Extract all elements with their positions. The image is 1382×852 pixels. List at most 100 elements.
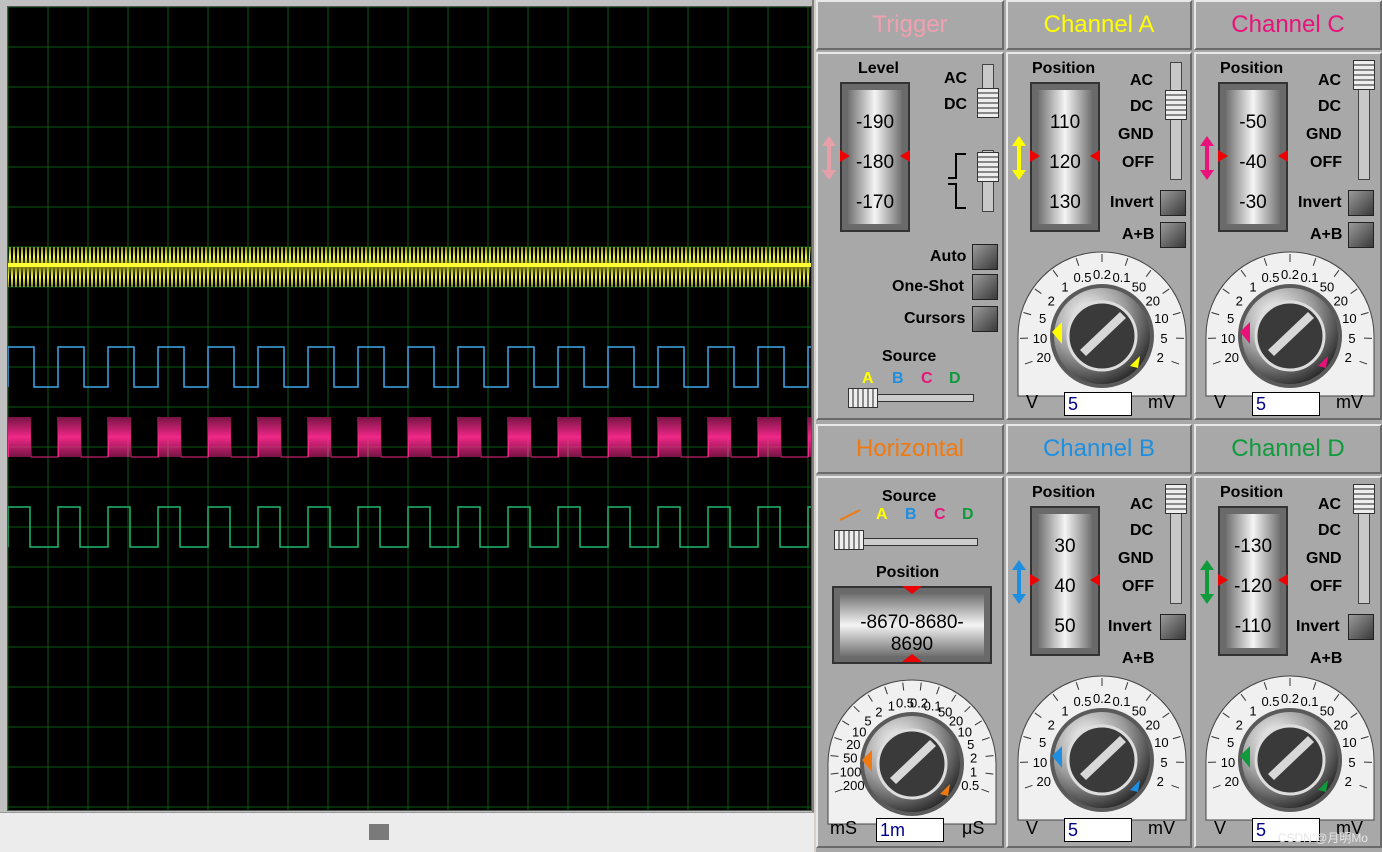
trigger-source-b: B <box>892 370 904 387</box>
dial-label: 0.2 <box>1093 267 1111 282</box>
horizontal-source-thumb[interactable] <box>834 530 864 550</box>
channel-c-invert-button[interactable] <box>1348 190 1374 216</box>
channel-b-section: Position 30 40 50 AC DC GND OFF Invert A… <box>1006 476 1192 848</box>
channel-c-coupling-thumb[interactable] <box>1353 60 1375 90</box>
dial-label: 1 <box>1061 703 1068 718</box>
scrollbar-thumb[interactable] <box>369 824 389 840</box>
channel-a-coupling-thumb[interactable] <box>1165 90 1187 120</box>
channel-d-volts-dial[interactable]: 20 10 5 2 1 0.5 0.2 0.1 50 20 10 5 2 <box>1200 668 1380 843</box>
horizontal-scrollbar[interactable] <box>0 812 814 852</box>
dial-label: 50 <box>1132 703 1146 718</box>
channel-a-position-arrow-icon <box>1012 136 1026 180</box>
channel-d-invert-button[interactable] <box>1348 614 1374 640</box>
dial-label: 20 <box>1037 350 1051 365</box>
channel-b-off-label: OFF <box>1122 578 1154 595</box>
trigger-marker-icon <box>840 150 910 162</box>
channel-a-dc-label: DC <box>1130 98 1154 115</box>
drum-value-top: 110 <box>1049 112 1081 133</box>
channel-a-unit-left: V <box>1026 392 1039 412</box>
trigger-coupling-thumb[interactable] <box>977 88 999 118</box>
watermark: CSDN @月明Mo <box>1277 831 1368 845</box>
dial-label: 20 <box>1225 774 1239 789</box>
channel-b-value-input[interactable]: 5 <box>1064 818 1132 842</box>
dial-label: 10 <box>1342 735 1356 750</box>
dial-label: 2 <box>1236 293 1243 308</box>
dial-label: 10 <box>1033 331 1047 346</box>
channel-a-off-label: OFF <box>1122 154 1154 171</box>
horizontal-position-drum[interactable]: -8670-8680-8690 <box>832 586 992 664</box>
channel-b-invert-button[interactable] <box>1160 614 1186 640</box>
channel-a-marker-icon <box>1030 150 1100 162</box>
channel-a-coupling-slider[interactable] <box>1170 62 1182 180</box>
horizontal-source-c: C <box>934 506 946 523</box>
trigger-source-label: Source <box>882 348 937 365</box>
horizontal-source-a: A <box>876 506 888 523</box>
ramp-icon <box>840 509 861 521</box>
channel-c-aplusb-label: A+B <box>1310 226 1343 243</box>
horizontal-source-label: Source <box>882 488 937 505</box>
drum-value-top: -50 <box>1239 112 1267 133</box>
drum-value-top: -130 <box>1233 536 1273 557</box>
channel-d-position-arrow-icon <box>1200 560 1214 604</box>
channel-a-unit-right: mV <box>1148 392 1175 412</box>
channel-b-unit-left: V <box>1026 818 1039 838</box>
channel-b-position-arrow-icon <box>1012 560 1026 604</box>
dial-label: 5 <box>864 713 871 728</box>
channel-c-position-arrow-icon <box>1200 136 1214 180</box>
channel-a-position-label: Position <box>1032 60 1096 77</box>
dial-label: 5 <box>1348 755 1355 770</box>
edge-select-icon <box>948 153 966 209</box>
channel-c-gnd-label: GND <box>1306 126 1342 143</box>
horizontal-section: Source A B C D Position -8670-8680-8690 … <box>816 476 1004 848</box>
channel-b-aplusb-label: A+B <box>1122 650 1155 667</box>
trigger-source-thumb[interactable] <box>848 388 878 408</box>
trace-c <box>8 416 811 458</box>
trigger-source-c: C <box>921 370 933 387</box>
horizontal-marker-icon <box>902 586 922 662</box>
channel-a-gnd-label: GND <box>1118 126 1154 143</box>
dial-label: 5 <box>1160 755 1167 770</box>
dial-label: 5 <box>1039 735 1046 750</box>
trigger-title: Trigger <box>816 0 1004 50</box>
trigger-edge-thumb[interactable] <box>977 152 999 182</box>
channel-c-invert-label: Invert <box>1298 194 1342 211</box>
dial-label: 20 <box>1037 774 1051 789</box>
auto-button[interactable] <box>972 244 998 270</box>
channel-d-position-label: Position <box>1220 484 1284 501</box>
dial-label: 10 <box>1154 311 1168 326</box>
trigger-section: Level -190 -180 -170 AC DC Auto One-Shot… <box>816 52 1004 420</box>
trace-a-band <box>8 263 811 267</box>
channel-c-value-input[interactable]: 5 <box>1252 392 1320 416</box>
timebase-value-input[interactable]: 1m <box>876 818 944 842</box>
screen-grid <box>8 7 811 810</box>
channel-c-dc-label: DC <box>1318 98 1342 115</box>
channel-b-marker-icon <box>1030 574 1100 586</box>
horizontal-unit-right: μS <box>962 818 985 838</box>
dial-label: 0.1 <box>1112 694 1130 709</box>
cursors-button[interactable] <box>972 306 998 332</box>
horizontal-unit-left: mS <box>830 818 857 838</box>
channel-b-coupling-thumb[interactable] <box>1165 484 1187 514</box>
trigger-source-d: D <box>949 370 961 387</box>
channel-c-title: Channel C <box>1194 0 1382 50</box>
channel-d-aplusb-label: A+B <box>1310 650 1343 667</box>
channel-d-marker-icon <box>1218 574 1288 586</box>
channel-d-dc-label: DC <box>1318 522 1342 539</box>
trigger-ac-label: AC <box>944 70 968 87</box>
dial-label: 2 <box>1157 350 1164 365</box>
dial-label: 10 <box>1154 735 1168 750</box>
control-panel: Trigger Level -190 -180 -170 AC DC Auto … <box>816 0 1382 852</box>
dial-label: 5 <box>1348 331 1355 346</box>
channel-a-invert-button[interactable] <box>1160 190 1186 216</box>
channel-a-title: Channel A <box>1006 0 1192 50</box>
dial-label: 1 <box>1249 279 1256 294</box>
channel-d-coupling-thumb[interactable] <box>1353 484 1375 514</box>
channel-c-unit-right: mV <box>1336 392 1363 412</box>
dial-label: 10 <box>1221 331 1235 346</box>
channel-a-value-input[interactable]: 5 <box>1064 392 1132 416</box>
dial-label: 20 <box>1225 350 1239 365</box>
channel-b-volts-dial[interactable]: 20 10 5 2 1 0.5 0.2 0.1 50 20 10 5 2 <box>1012 668 1192 843</box>
dial-label: 0.2 <box>1281 267 1299 282</box>
one-shot-button[interactable] <box>972 274 998 300</box>
drum-value-bottom: -30 <box>1239 192 1267 213</box>
